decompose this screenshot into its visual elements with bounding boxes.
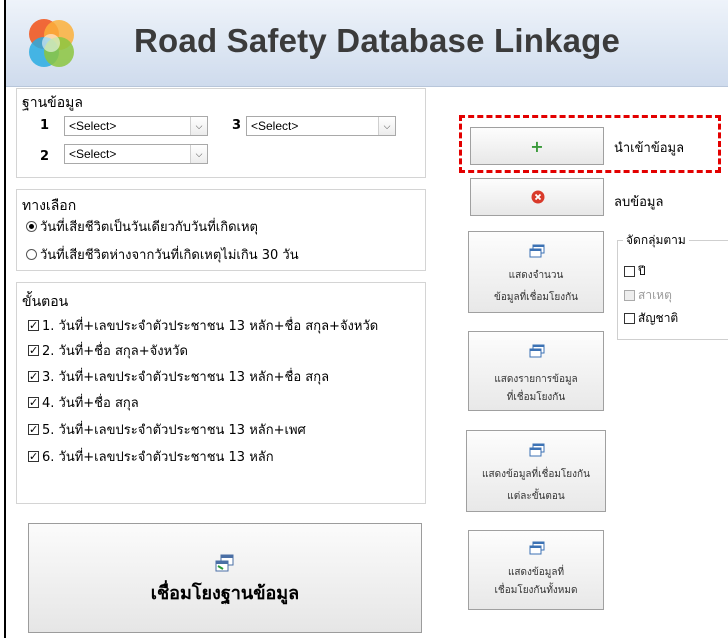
checkbox-checked-icon[interactable]: ✓ — [28, 424, 39, 435]
checkbox-checked-icon[interactable]: ✓ — [28, 397, 39, 408]
show-all-linked-line1: แสดงข้อมูลที่ — [507, 567, 565, 578]
group-by-nationality[interactable]: สัญชาติ — [624, 309, 678, 328]
show-all-linked-button[interactable]: แสดงข้อมูลที่ เชื่อมโยงกันทั้งหมด — [468, 530, 604, 610]
show-linked-list-line2: ที่เชื่อมโยงกัน — [506, 392, 566, 403]
app-window: Road Safety Database Linkage ฐานข้อมูล 1… — [0, 0, 728, 638]
step-3-label: 3. วันที่+เลขประจำตัวประชาชน 13 หลัก+ชื่… — [42, 370, 330, 385]
app-logo-icon — [29, 19, 74, 67]
step-6-label: 6. วันที่+เลขประจำตัวประชาชน 13 หลัก — [42, 450, 274, 465]
database-slot-2-value: <Select> — [69, 147, 117, 161]
database-slot-3-select[interactable]: <Select> ⌵ — [246, 116, 396, 136]
group-by-cause: สาเหตุ — [624, 286, 672, 305]
link-database-button[interactable]: เชื่อมโยงฐานข้อมูล — [28, 523, 422, 633]
delete-icon — [531, 190, 545, 204]
step-3[interactable]: ✓ 3. วันที่+เลขประจำตัวประชาชน 13 หลัก+ช… — [28, 366, 329, 387]
step-2[interactable]: ✓ 2. วันที่+ชื่อ สกุล+จังหวัด — [28, 340, 188, 361]
window-icon — [529, 541, 545, 555]
show-linked-list-line1: แสดงรายการข้อมูล — [494, 374, 578, 385]
show-linked-count-line1: แสดงจำนวน — [508, 270, 564, 281]
checkbox-checked-icon[interactable]: ✓ — [28, 320, 39, 331]
show-linked-count-button[interactable]: แสดงจำนวน ข้อมูลที่เชื่อมโยงกัน — [468, 231, 604, 313]
show-linked-list-button[interactable]: แสดงรายการข้อมูล ที่เชื่อมโยงกัน — [468, 331, 604, 411]
checkbox-unchecked-icon[interactable] — [624, 266, 635, 277]
database-slot-2-label: 2 — [40, 149, 50, 164]
radio-selected-icon[interactable] — [26, 221, 37, 232]
option-same-day[interactable]: วันที่เสียชีวิตเป็นวันเดียวกับวันที่เกิด… — [26, 216, 258, 237]
step-6[interactable]: ✓ 6. วันที่+เลขประจำตัวประชาชน 13 หลัก — [28, 446, 274, 467]
window-border — [4, 0, 6, 638]
delete-label: ลบข้อมูล — [614, 195, 664, 210]
options-panel-title: ทางเลือก — [22, 198, 77, 214]
step-5-label: 5. วันที่+เลขประจำตัวประชาชน 13 หลัก+เพศ — [42, 423, 306, 438]
step-1-label: 1. วันที่+เลขประจำตัวประชาชน 13 หลัก+ชื่… — [42, 319, 379, 334]
app-title: Road Safety Database Linkage — [134, 22, 621, 59]
show-linked-by-step-line1: แสดงข้อมูลที่เชื่อมโยงกัน — [482, 469, 590, 480]
database-slot-3-value: <Select> — [251, 119, 299, 133]
option-within-30-days[interactable]: วันที่เสียชีวิตห่างจากวันที่เกิดเหตุไม่เ… — [26, 244, 299, 265]
chevron-down-icon[interactable]: ⌵ — [378, 117, 395, 135]
group-by-year[interactable]: ปี — [624, 262, 646, 281]
step-4[interactable]: ✓ 4. วันที่+ชื่อ สกุล — [28, 392, 139, 413]
step-4-label: 4. วันที่+ชื่อ สกุล — [42, 396, 139, 411]
radio-unselected-icon[interactable] — [26, 249, 37, 260]
show-linked-count-line2: ข้อมูลที่เชื่อมโยงกัน — [494, 292, 578, 303]
chevron-down-icon[interactable]: ⌵ — [190, 117, 207, 135]
checkbox-checked-icon[interactable]: ✓ — [28, 345, 39, 356]
checkbox-checked-icon[interactable]: ✓ — [28, 451, 39, 462]
show-linked-by-step-button[interactable]: แสดงข้อมูลที่เชื่อมโยงกัน แต่ละขั้นตอน — [466, 430, 606, 512]
group-by-nationality-label: สัญชาติ — [638, 311, 679, 325]
window-icon — [529, 244, 545, 258]
group-by-title: จัดกลุ่มตาม — [623, 231, 689, 250]
steps-panel-title: ขั้นตอน — [22, 294, 69, 310]
step-2-label: 2. วันที่+ชื่อ สกุล+จังหวัด — [42, 344, 188, 359]
checkbox-checked-icon[interactable]: ✓ — [28, 371, 39, 382]
show-all-linked-line2: เชื่อมโยงกันทั้งหมด — [494, 585, 578, 596]
window-icon — [529, 344, 545, 358]
chevron-down-icon[interactable]: ⌵ — [190, 145, 207, 163]
option-within-30-days-label: วันที่เสียชีวิตห่างจากวันที่เกิดเหตุไม่เ… — [40, 248, 299, 263]
import-highlight-annotation — [459, 115, 721, 173]
group-by-cause-label: สาเหตุ — [638, 288, 672, 302]
checkbox-unchecked-icon[interactable] — [624, 313, 635, 324]
step-1[interactable]: ✓ 1. วันที่+เลขประจำตัวประชาชน 13 หลัก+ช… — [28, 315, 378, 336]
window-icon — [529, 443, 545, 457]
group-by-year-label: ปี — [638, 264, 646, 278]
database-slot-2-select[interactable]: <Select> ⌵ — [64, 144, 208, 164]
delete-button[interactable] — [470, 178, 604, 216]
checkbox-disabled-icon — [624, 290, 635, 301]
link-database-button-label: เชื่อมโยงฐานข้อมูล — [150, 583, 300, 604]
database-slot-1-select[interactable]: <Select> ⌵ — [64, 116, 208, 136]
database-slot-1-label: 1 — [40, 118, 50, 133]
database-slot-1-value: <Select> — [69, 119, 117, 133]
database-slot-3-label: 3 — [232, 118, 242, 133]
app-header: Road Safety Database Linkage — [6, 0, 728, 87]
step-5[interactable]: ✓ 5. วันที่+เลขประจำตัวประชาชน 13 หลัก+เ… — [28, 419, 306, 440]
database-panel-title: ฐานข้อมูล — [22, 95, 83, 111]
option-same-day-label: วันที่เสียชีวิตเป็นวันเดียวกับวันที่เกิด… — [40, 220, 258, 235]
show-linked-by-step-line2: แต่ละขั้นตอน — [507, 491, 565, 502]
link-database-icon — [215, 554, 234, 572]
